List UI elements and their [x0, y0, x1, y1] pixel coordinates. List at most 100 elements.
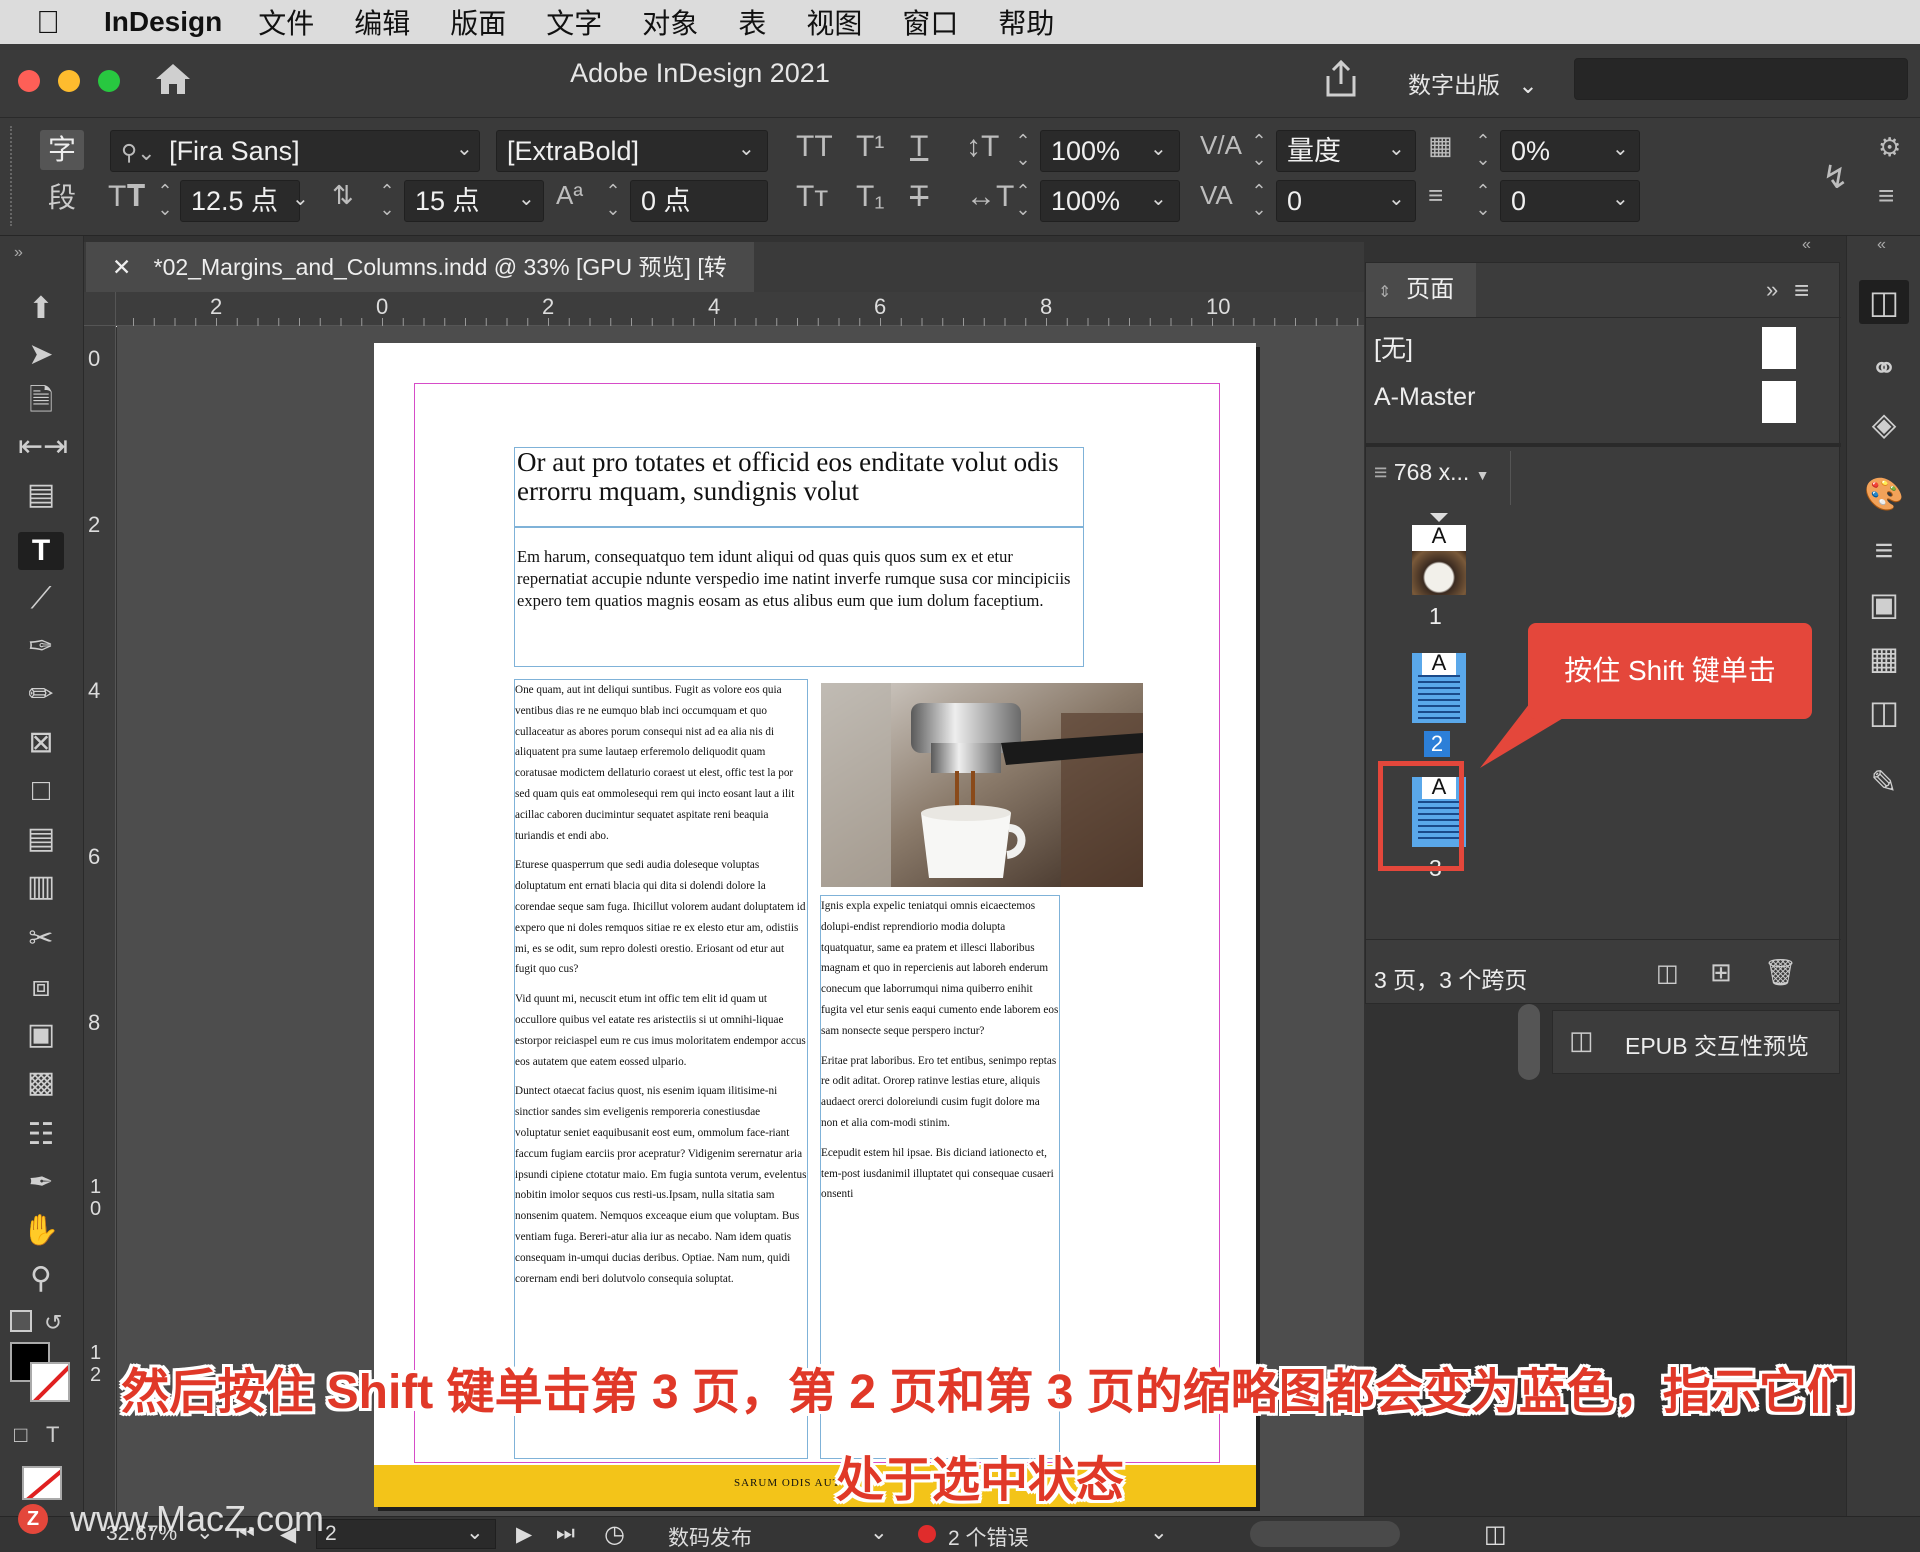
- last-page-icon[interactable]: ⏭: [556, 1522, 575, 1546]
- edit-page-size-icon[interactable]: ◫: [1656, 959, 1679, 988]
- pen-tool-icon[interactable]: ✑: [18, 628, 64, 666]
- zoom-tool-icon[interactable]: ⚲: [18, 1260, 64, 1298]
- page-size-selector[interactable]: ≡ 768 x... ▼: [1374, 459, 1490, 486]
- hand-tool-icon[interactable]: ✋: [18, 1212, 64, 1250]
- chevron-down-icon[interactable]: ⌄: [870, 1520, 888, 1545]
- formatting-container-icon[interactable]: □: [14, 1422, 27, 1448]
- gradient-swatch-tool-icon[interactable]: ▣: [18, 1016, 64, 1054]
- chevron-down-icon[interactable]: ⌄: [738, 136, 755, 161]
- free-transform-tool-icon[interactable]: ⧈: [18, 968, 64, 1006]
- strikethrough-icon[interactable]: T: [910, 180, 928, 214]
- menu-window[interactable]: 窗口: [902, 2, 958, 42]
- default-colors-icon[interactable]: [10, 1310, 32, 1332]
- paragraph-mode-button[interactable]: 段: [40, 178, 84, 218]
- headline-frame[interactable]: Or aut pro totates et officid eos endita…: [514, 447, 1084, 527]
- object-export-icon[interactable]: ✎: [1859, 760, 1909, 804]
- line-tool-icon[interactable]: ⟋: [18, 580, 64, 618]
- search-input[interactable]: [1574, 58, 1908, 100]
- preflight-profile[interactable]: 数码发布: [668, 1522, 752, 1552]
- lightning-icon[interactable]: ↯: [1822, 158, 1849, 196]
- type-tool-icon[interactable]: T: [18, 532, 64, 570]
- panel-menu-icon[interactable]: ≡: [1878, 180, 1894, 212]
- master-none[interactable]: [无]: [1374, 329, 1413, 365]
- chevron-down-icon[interactable]: ⌄: [1388, 186, 1405, 211]
- next-page-icon[interactable]: ▶: [516, 1522, 532, 1547]
- chevron-down-icon[interactable]: ⌄: [518, 186, 535, 211]
- selection-tool-icon[interactable]: ⬆: [18, 290, 64, 328]
- chevron-down-icon[interactable]: ⌄: [466, 1520, 484, 1545]
- new-page-icon[interactable]: ⊞: [1710, 957, 1732, 988]
- scissors-tool-icon[interactable]: ✂: [18, 920, 64, 958]
- horizontal-scale-stepper[interactable]: ⌃ ⌄: [1012, 182, 1034, 218]
- eyedropper-tool-icon[interactable]: ✒: [18, 1164, 64, 1202]
- tsume-stepper[interactable]: ⌃ ⌄: [1472, 132, 1494, 168]
- master-a[interactable]: A-Master: [1374, 383, 1475, 412]
- small-caps-icon[interactable]: Tᴛ: [796, 180, 828, 214]
- all-caps-icon[interactable]: TT: [796, 130, 833, 164]
- preflight-icon[interactable]: ◷: [604, 1520, 625, 1549]
- tracking-stepper[interactable]: ⌃ ⌄: [1248, 182, 1270, 218]
- cc-libraries-icon[interactable]: ▦: [1859, 636, 1909, 680]
- horizontal-grid-tool-icon[interactable]: ▤: [18, 820, 64, 858]
- page-tool-icon[interactable]: 🗎: [18, 382, 64, 420]
- menu-object[interactable]: 对象: [642, 2, 698, 42]
- vertical-ruler[interactable]: 0 2 4 6 8 1 0 1 2: [84, 326, 116, 1516]
- pages-panel-tab[interactable]: ⇕ 页面: [1366, 263, 1476, 317]
- kerning-stepper[interactable]: ⌃ ⌄: [1248, 132, 1270, 168]
- chevron-down-icon[interactable]: ⌄: [292, 186, 309, 211]
- menu-table[interactable]: 表: [738, 2, 766, 42]
- baseline-shift-field[interactable]: 0 点: [630, 180, 768, 222]
- superscript-icon[interactable]: T¹: [856, 130, 884, 164]
- page-thumbnail-1[interactable]: A: [1412, 525, 1466, 595]
- swatches-icon[interactable]: 🎨: [1859, 472, 1909, 516]
- gap-tool-icon[interactable]: ⇤⇥: [18, 428, 68, 466]
- stroke-icon[interactable]: ≡: [1859, 528, 1909, 572]
- app-menu[interactable]: InDesign: [104, 6, 222, 38]
- rectangle-frame-tool-icon[interactable]: ⊠: [18, 724, 64, 762]
- leading-stepper[interactable]: ⌃ ⌄: [376, 182, 398, 218]
- font-style-field[interactable]: [ExtraBold]: [496, 130, 768, 172]
- chevron-down-icon[interactable]: ⌄: [1612, 186, 1629, 211]
- panel-grip[interactable]: [10, 126, 14, 226]
- apply-none-icon[interactable]: [22, 1466, 62, 1500]
- panel-divider[interactable]: [1366, 443, 1841, 447]
- chevron-down-icon[interactable]: ⌄: [1150, 136, 1167, 161]
- character-mode-button[interactable]: 字: [40, 130, 84, 170]
- document-page[interactable]: Or aut pro totates et officid eos endita…: [374, 343, 1256, 1507]
- expand-tools-icon[interactable]: »: [14, 244, 23, 262]
- ruler-origin[interactable]: [84, 292, 116, 326]
- collapse-dock-icon[interactable]: «: [1877, 236, 1886, 254]
- stroke-swatch[interactable]: [30, 1362, 70, 1402]
- chevron-down-icon[interactable]: ⌄: [1150, 1520, 1168, 1545]
- pages-panel-icon[interactable]: ◫: [1859, 280, 1909, 324]
- menu-help[interactable]: 帮助: [998, 2, 1054, 42]
- chevron-down-icon[interactable]: ⌄: [1150, 186, 1167, 211]
- gradient-icon[interactable]: ▣: [1859, 582, 1909, 626]
- share-icon[interactable]: [1324, 60, 1358, 98]
- epub-preview-panel[interactable]: ◫ EPUB 交互性预览: [1552, 1010, 1840, 1074]
- menu-layout[interactable]: 版面: [450, 2, 506, 42]
- rectangle-tool-icon[interactable]: □: [18, 772, 64, 810]
- menu-type[interactable]: 文字: [546, 2, 602, 42]
- page-thumbnail-2[interactable]: A: [1412, 653, 1466, 723]
- horizontal-scrollbar[interactable]: [1250, 1521, 1400, 1547]
- chevron-down-icon[interactable]: ⌄: [456, 136, 473, 161]
- split-layout-icon[interactable]: ◫: [1484, 1520, 1507, 1549]
- content-collector-icon[interactable]: ▤: [18, 476, 64, 514]
- baseline-shift-stepper[interactable]: ⌃ ⌄: [602, 182, 624, 218]
- gradient-feather-tool-icon[interactable]: ▩: [18, 1064, 64, 1102]
- pencil-tool-icon[interactable]: ✏: [18, 676, 64, 714]
- espresso-photo[interactable]: [821, 683, 1143, 887]
- close-tab-icon[interactable]: ✕: [112, 254, 131, 280]
- vertical-grid-tool-icon[interactable]: ▥: [18, 868, 64, 906]
- collapse-panels-icon[interactable]: «: [1802, 236, 1811, 254]
- error-count[interactable]: 2 个错误: [948, 1522, 1029, 1552]
- swap-colors-icon[interactable]: ↺: [44, 1310, 62, 1336]
- apple-icon[interactable]: : [36, 5, 70, 39]
- font-family-field[interactable]: ⚲⌄ [Fira Sans]: [110, 130, 480, 172]
- layers-icon[interactable]: ◈: [1859, 402, 1909, 446]
- subscript-icon[interactable]: T₁: [856, 180, 884, 214]
- master-thumbnail[interactable]: [1762, 381, 1796, 423]
- underline-icon[interactable]: T: [910, 130, 928, 164]
- font-size-field[interactable]: 12.5 点: [180, 180, 300, 222]
